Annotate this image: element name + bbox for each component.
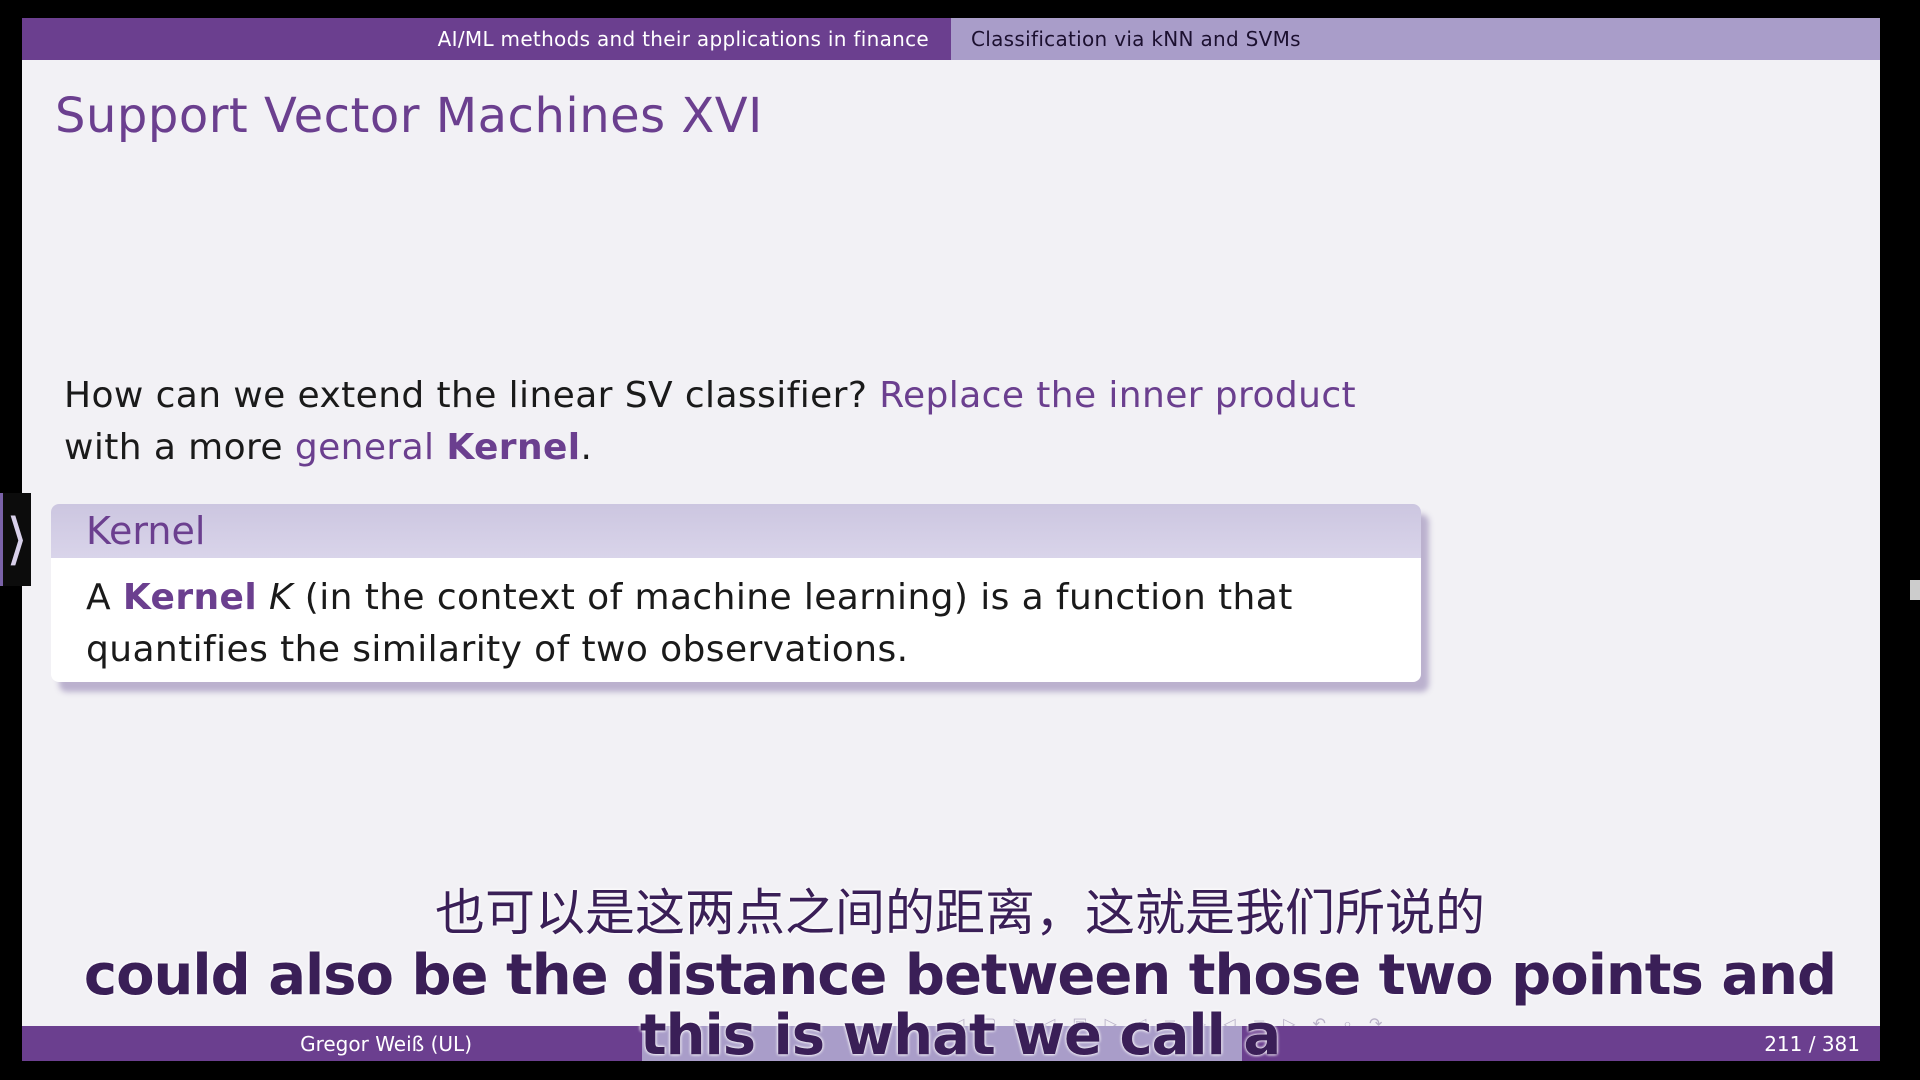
header-section-left: AI/ML methods and their applications in …: [22, 18, 951, 60]
block-math-k: K: [268, 577, 293, 618]
subtitle-english-line-1: could also be the distance between those…: [83, 943, 1837, 1008]
slide-header: AI/ML methods and their applications in …: [22, 18, 1880, 60]
para-highlight-1: Replace the inner product: [879, 375, 1357, 416]
para-period: .: [580, 427, 593, 468]
para-highlight-2: general: [294, 427, 435, 468]
para-text-2: with a more: [64, 427, 283, 468]
subtitle-english-line-2: this is what we call a: [639, 1003, 1281, 1068]
slide-paragraph: How can we extend the linear SV classifi…: [64, 370, 1444, 474]
video-subtitles: 也可以是这两点之间的距离，这就是我们所说的 could also be the …: [0, 880, 1920, 1066]
sidebar-toggle[interactable]: ⟩: [0, 493, 31, 586]
block-text-2: (in the context of machine learning) is …: [86, 577, 1293, 670]
slide-title: Support Vector Machines XVI: [55, 88, 763, 144]
para-text-1: How can we extend the linear SV classifi…: [64, 375, 868, 416]
definition-block-body: A Kernel K (in the context of machine le…: [51, 558, 1421, 676]
para-kernel-term: Kernel: [446, 427, 581, 468]
block-text-1: A: [86, 577, 112, 618]
subtitle-chinese: 也可以是这两点之间的距离，这就是我们所说的: [435, 884, 1485, 942]
header-section-right: Classification via kNN and SVMs: [951, 18, 1880, 60]
definition-block: Kernel A Kernel K (in the context of mac…: [51, 504, 1421, 682]
scrollbar-handle[interactable]: [1910, 580, 1920, 600]
definition-block-title: Kernel: [51, 504, 1421, 558]
chevron-right-icon: ⟩: [6, 507, 28, 572]
block-kernel-term: Kernel: [122, 577, 258, 618]
